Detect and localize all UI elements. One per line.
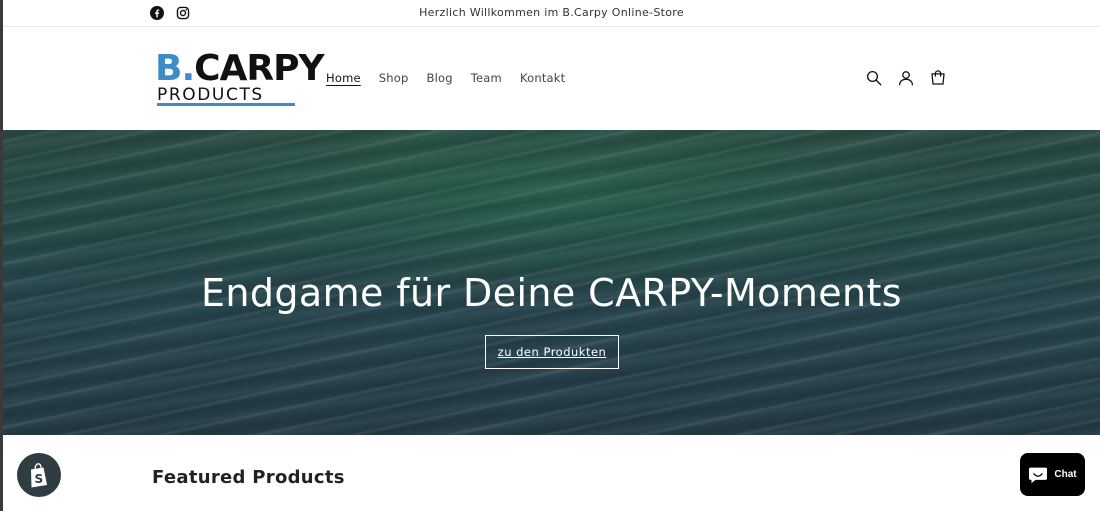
shop-products-button[interactable]: zu den Produkten: [485, 335, 619, 369]
chat-button[interactable]: Chat: [1020, 453, 1085, 496]
search-icon[interactable]: [865, 69, 883, 87]
announcement-text: Herzlich Willkommen im B.Carpy Online-St…: [419, 6, 684, 19]
hero-banner: Endgame für Deine CARPY-Moments zu den P…: [3, 130, 1100, 435]
chat-bubble-icon: [1029, 467, 1048, 483]
featured-products-heading: Featured Products: [152, 467, 345, 488]
nav-item-team[interactable]: Team: [471, 71, 502, 85]
svg-text:S: S: [35, 472, 44, 486]
site-logo[interactable]: B.CARPY PRODUCTS: [155, 51, 325, 107]
logo-underline: [157, 103, 295, 106]
chat-label: Chat: [1054, 469, 1077, 480]
nav-item-kontakt[interactable]: Kontakt: [520, 71, 565, 85]
nav-item-home[interactable]: Home: [326, 71, 361, 85]
hero-title: Endgame für Deine CARPY-Moments: [200, 271, 903, 315]
cart-icon[interactable]: [929, 69, 947, 87]
logo-subtitle: PRODUCTS: [157, 85, 264, 105]
nav-item-blog[interactable]: Blog: [427, 71, 453, 85]
announcement-bar: Herzlich Willkommen im B.Carpy Online-St…: [3, 0, 1100, 27]
site-header: B.CARPY PRODUCTS Home Shop Blog Team Kon…: [3, 28, 1100, 130]
logo-wordmark: B.CARPY: [155, 48, 325, 89]
nav-item-shop[interactable]: Shop: [379, 71, 409, 85]
shopify-bag-icon: S: [31, 463, 47, 488]
shopify-badge[interactable]: S: [17, 453, 61, 497]
main-nav: Home Shop Blog Team Kontakt: [326, 71, 583, 85]
account-icon[interactable]: [897, 69, 915, 87]
